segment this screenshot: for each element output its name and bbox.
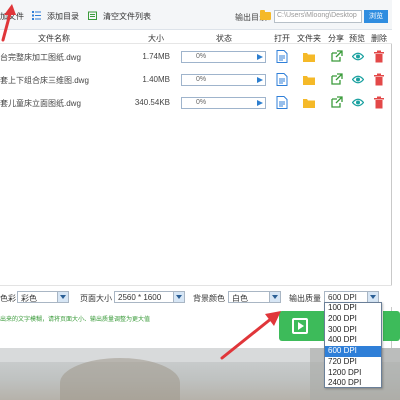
start-convert-button-edge[interactable] bbox=[383, 311, 400, 341]
dropdown-option[interactable]: 2400 DPI bbox=[325, 378, 381, 389]
chevron-down-icon bbox=[173, 292, 184, 302]
open-file-icon[interactable] bbox=[276, 50, 288, 63]
bg-color-select-value: 白色 bbox=[232, 294, 248, 303]
page-size-select-value: 2560 * 1600 bbox=[118, 293, 162, 302]
bg-color-select[interactable]: 白色 bbox=[228, 291, 281, 303]
progress-bar: 0% bbox=[181, 74, 266, 86]
chevron-down-icon bbox=[367, 292, 378, 302]
preview-eye-icon[interactable] bbox=[352, 96, 364, 109]
delete-trash-icon[interactable] bbox=[373, 73, 385, 86]
app-window: 加文件 添加目录 清空文件列表 输出目录： C:\Users\Mloong\De… bbox=[0, 0, 392, 348]
preview-eye-icon[interactable] bbox=[352, 50, 364, 63]
file-name: 台完整床加工图纸.dwg bbox=[0, 53, 81, 62]
bg-color-label: 背景颜色 bbox=[193, 294, 225, 303]
clear-list-icon bbox=[88, 11, 97, 20]
table-row[interactable]: 套儿童床立面图纸.dwg 340.54KB 0% bbox=[0, 91, 392, 115]
share-icon[interactable] bbox=[331, 50, 343, 63]
progress-bar: 0% bbox=[181, 51, 266, 63]
background-chair bbox=[60, 358, 180, 400]
color-select[interactable]: 彩色 bbox=[17, 291, 69, 303]
file-name: 套儿童床立面图纸.dwg bbox=[0, 99, 81, 108]
file-list: 台完整床加工图纸.dwg 1.74MB 0% 套上下组合床三维图.dwg 1.4… bbox=[0, 44, 392, 284]
chevron-down-icon bbox=[269, 292, 280, 302]
play-icon[interactable] bbox=[257, 54, 263, 60]
add-directory-button[interactable]: 添加目录 bbox=[47, 11, 79, 22]
col-share: 分享 bbox=[328, 34, 344, 43]
file-size: 1.40MB bbox=[142, 75, 170, 84]
open-folder-icon[interactable] bbox=[303, 96, 315, 109]
color-label: 色彩 bbox=[0, 294, 16, 303]
play-icon bbox=[292, 318, 308, 334]
file-size: 1.74MB bbox=[142, 52, 170, 61]
open-folder-icon[interactable] bbox=[303, 50, 315, 63]
dropdown-option[interactable]: 720 DPI bbox=[325, 357, 381, 368]
progress-text: 0% bbox=[196, 99, 207, 106]
col-size: 大小 bbox=[148, 34, 164, 43]
table-row[interactable]: 套上下组合床三维图.dwg 1.40MB 0% bbox=[0, 68, 392, 92]
quality-dropdown-list[interactable]: 100 DPI 200 DPI 300 DPI 400 DPI 600 DPI … bbox=[324, 302, 382, 388]
dropdown-option[interactable]: 400 DPI bbox=[325, 335, 381, 346]
dropdown-option-selected[interactable]: 600 DPI bbox=[325, 346, 381, 357]
progress-bar: 0% bbox=[181, 97, 266, 109]
preview-eye-icon[interactable] bbox=[352, 73, 364, 86]
folder-icon[interactable] bbox=[260, 10, 271, 20]
play-icon[interactable] bbox=[257, 77, 263, 83]
browse-button[interactable]: 浏览 bbox=[364, 10, 388, 23]
output-dir-input[interactable]: C:\Users\Mloong\Desktop bbox=[274, 10, 362, 23]
share-icon[interactable] bbox=[331, 73, 343, 86]
add-file-button[interactable]: 加文件 bbox=[0, 11, 24, 22]
quality-label: 输出质量 bbox=[289, 294, 321, 303]
quality-select-value: 600 DPI bbox=[328, 293, 357, 302]
table-row[interactable]: 台完整床加工图纸.dwg 1.74MB 0% bbox=[0, 45, 392, 69]
file-name: 套上下组合床三维图.dwg bbox=[0, 76, 89, 85]
color-select-value: 彩色 bbox=[21, 294, 37, 303]
table-header: 文件名称 大小 状态 打开 文件夹 分享 预览 删除 bbox=[0, 30, 392, 44]
file-size: 340.54KB bbox=[134, 98, 170, 107]
delete-trash-icon[interactable] bbox=[373, 50, 385, 63]
dropdown-option[interactable]: 200 DPI bbox=[325, 314, 381, 325]
progress-text: 0% bbox=[196, 53, 207, 60]
list-icon bbox=[32, 11, 41, 20]
hint-text: 出来的文字模糊，请将页面大小、输出质量调整为更大值 bbox=[0, 317, 151, 323]
share-icon[interactable] bbox=[331, 96, 343, 109]
dropdown-option[interactable]: 300 DPI bbox=[325, 325, 381, 336]
toolbar: 加文件 添加目录 清空文件列表 输出目录： C:\Users\Mloong\De… bbox=[0, 0, 392, 30]
clear-list-button[interactable]: 清空文件列表 bbox=[103, 11, 151, 22]
chevron-down-icon bbox=[57, 292, 68, 302]
page-size-select[interactable]: 2560 * 1600 bbox=[114, 291, 185, 303]
open-file-icon[interactable] bbox=[276, 96, 288, 109]
play-icon[interactable] bbox=[257, 100, 263, 106]
col-name: 文件名称 bbox=[38, 34, 70, 43]
col-preview: 预览 bbox=[349, 34, 365, 43]
page-size-label: 页面大小 bbox=[80, 294, 112, 303]
dropdown-option[interactable]: 1200 DPI bbox=[325, 368, 381, 379]
col-delete: 删除 bbox=[371, 34, 387, 43]
delete-trash-icon[interactable] bbox=[373, 96, 385, 109]
open-folder-icon[interactable] bbox=[303, 73, 315, 86]
col-folder: 文件夹 bbox=[297, 34, 321, 43]
progress-text: 0% bbox=[196, 76, 207, 83]
open-file-icon[interactable] bbox=[276, 73, 288, 86]
col-open: 打开 bbox=[274, 34, 290, 43]
col-status: 状态 bbox=[216, 34, 232, 43]
dropdown-option[interactable]: 100 DPI bbox=[325, 303, 381, 314]
